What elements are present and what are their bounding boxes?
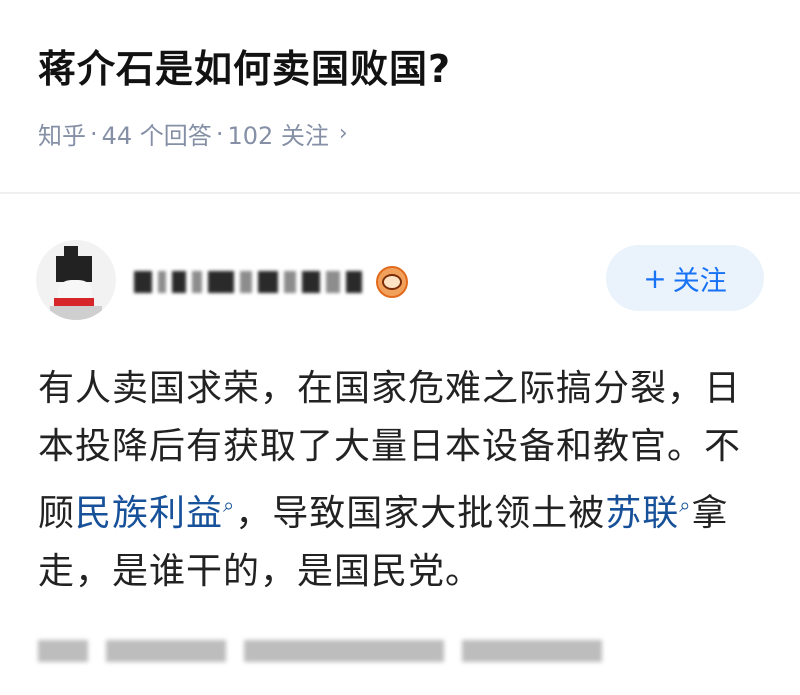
author-name-blurred[interactable] [134, 266, 408, 298]
follower-count: 102 关注 [227, 122, 329, 150]
chevron-right-icon: › [338, 121, 348, 146]
keyword-link[interactable]: 民族利益⌕ [75, 493, 235, 534]
follow-button[interactable]: + 关注 [606, 245, 764, 311]
divider [0, 192, 800, 194]
separator: · [215, 119, 224, 148]
answer-content[interactable]: 有人卖国求荣，在国家危难之际搞分裂，日本投降后有获取了大量日本设备和教官。不顾民… [38, 360, 768, 601]
question-title[interactable]: 蒋介石是如何卖国败国? [38, 38, 451, 93]
keyword-link[interactable]: 苏联⌕ [605, 493, 691, 534]
keyword-link-label[interactable]: 苏联 [605, 493, 679, 534]
search-link-icon: ⌕ [679, 493, 692, 517]
plus-icon: + [643, 261, 667, 295]
question-meta[interactable]: 知乎 · 44 个回答 · 102 关注 › [38, 116, 348, 151]
keyword-link-label[interactable]: 民族利益 [75, 493, 223, 534]
vip-badge-icon [376, 266, 408, 298]
answer-footer-blurred [38, 640, 602, 662]
avatar[interactable] [36, 240, 116, 320]
follow-label: 关注 [672, 265, 727, 297]
search-link-icon: ⌕ [223, 493, 236, 517]
answer-text: ，导致国家大批领土被 [235, 493, 606, 534]
source-label: 知乎 [38, 122, 86, 150]
separator: · [90, 119, 98, 148]
answer-count: 44 个回答 [101, 122, 212, 150]
